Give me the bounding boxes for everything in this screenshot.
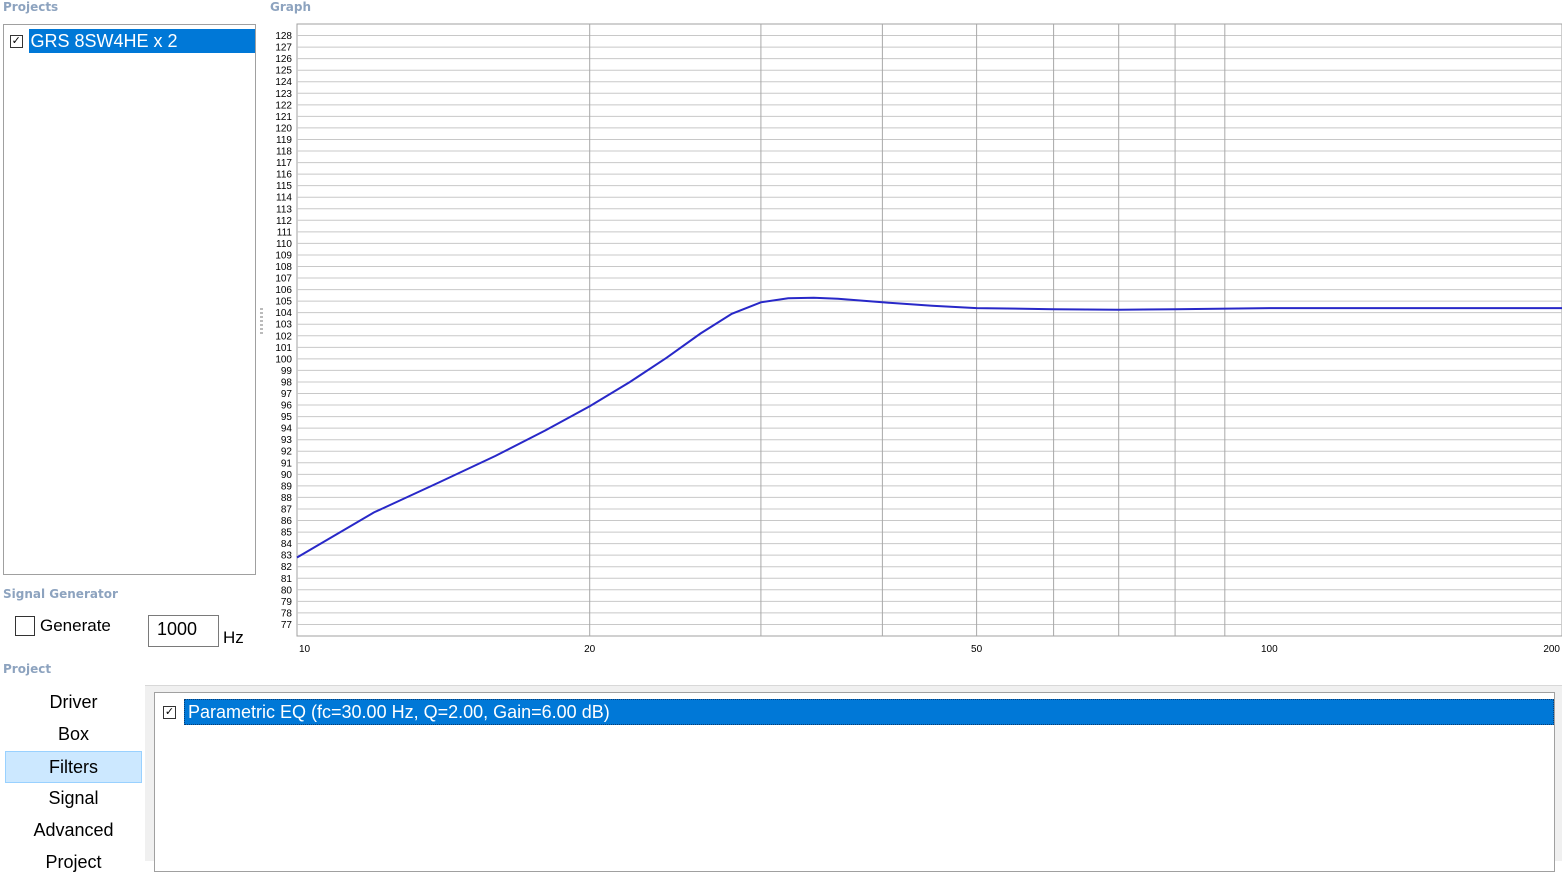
project-item-label[interactable]: GRS 8SW4HE x 2 Sealed bbox=[28, 29, 255, 74]
y-tick-label: 108 bbox=[275, 262, 292, 273]
checkmark-icon: ✓ bbox=[164, 705, 175, 718]
x-tick-label: 100 bbox=[1261, 644, 1278, 655]
y-tick-label: 126 bbox=[275, 54, 292, 65]
y-tick-label: 79 bbox=[281, 597, 293, 608]
y-tick-label: 118 bbox=[276, 147, 292, 158]
y-tick-label: 92 bbox=[281, 447, 293, 458]
y-tick-label: 127 bbox=[275, 43, 292, 54]
project-section-label: Project bbox=[3, 662, 52, 676]
filter-item[interactable]: ✓ Parametric EQ (fc=30.00 Hz, Q=2.00, Ga… bbox=[163, 699, 1554, 725]
y-tick-label: 85 bbox=[281, 528, 293, 539]
y-tick-label: 91 bbox=[281, 458, 293, 469]
project-tabs: Driver Box Filters Signal Advanced Proje… bbox=[5, 687, 142, 879]
graph-section-label: Graph bbox=[270, 0, 311, 14]
project-item[interactable]: ✓ GRS 8SW4HE x 2 Sealed bbox=[10, 29, 255, 74]
tab-advanced[interactable]: Advanced bbox=[5, 815, 142, 847]
y-tick-label: 107 bbox=[275, 274, 292, 285]
checkmark-icon: ✓ bbox=[11, 34, 21, 47]
generate-row[interactable]: Generate bbox=[15, 616, 111, 636]
y-tick-label: 123 bbox=[275, 89, 292, 100]
y-tick-label: 122 bbox=[275, 100, 292, 111]
y-tick-label: 120 bbox=[275, 123, 292, 134]
y-tick-label: 110 bbox=[276, 239, 292, 250]
x-tick-label: 10 bbox=[299, 644, 311, 655]
y-tick-label: 98 bbox=[281, 377, 293, 388]
project-checkbox[interactable]: ✓ bbox=[10, 34, 23, 48]
y-tick-label: 111 bbox=[277, 227, 293, 238]
y-tick-label: 113 bbox=[276, 204, 292, 215]
plot-area bbox=[296, 23, 1562, 637]
y-tick-label: 87 bbox=[281, 504, 293, 515]
y-tick-label: 99 bbox=[281, 366, 293, 377]
y-tick-label: 128 bbox=[275, 31, 292, 42]
x-tick-label: 20 bbox=[584, 644, 596, 655]
projects-section-label: Projects bbox=[3, 0, 59, 14]
y-axis-tick-labels: 7778798081828384858687888990919293949596… bbox=[275, 31, 292, 631]
y-tick-label: 77 bbox=[281, 620, 293, 631]
y-tick-label: 100 bbox=[275, 354, 292, 365]
y-tick-label: 116 bbox=[276, 170, 292, 181]
x-axis-tick-labels: 10 20 50 100 200 bbox=[299, 644, 1560, 655]
x-tick-label: 50 bbox=[971, 644, 983, 655]
y-tick-label: 95 bbox=[281, 412, 293, 423]
tab-filters[interactable]: Filters bbox=[5, 751, 142, 783]
tab-box[interactable]: Box bbox=[5, 719, 142, 751]
y-tick-label: 102 bbox=[275, 331, 292, 342]
y-tick-label: 83 bbox=[281, 551, 293, 562]
y-tick-label: 106 bbox=[275, 285, 292, 296]
y-tick-label: 80 bbox=[281, 585, 293, 596]
y-tick-label: 89 bbox=[281, 481, 293, 492]
y-tick-label: 86 bbox=[281, 516, 293, 527]
y-tick-label: 88 bbox=[281, 493, 293, 504]
y-tick-label: 104 bbox=[275, 308, 292, 319]
projects-list[interactable]: ✓ GRS 8SW4HE x 2 Sealed bbox=[3, 24, 256, 575]
frequency-response-graph: 7778798081828384858687888990919293949596… bbox=[275, 23, 1562, 655]
y-tick-label: 115 bbox=[276, 181, 292, 192]
y-tick-label: 94 bbox=[281, 424, 293, 435]
y-tick-label: 93 bbox=[281, 435, 293, 446]
y-tick-label: 119 bbox=[276, 135, 292, 146]
frequency-input[interactable]: 1000 bbox=[148, 615, 219, 647]
tab-project[interactable]: Project bbox=[5, 847, 142, 879]
y-tick-label: 96 bbox=[281, 401, 293, 412]
y-tick-label: 97 bbox=[281, 389, 293, 400]
y-tick-label: 82 bbox=[281, 562, 293, 573]
y-tick-label: 101 bbox=[275, 343, 292, 354]
y-tick-label: 90 bbox=[281, 470, 293, 481]
y-tick-label: 117 bbox=[276, 158, 292, 169]
tab-driver[interactable]: Driver bbox=[5, 687, 142, 719]
y-tick-label: 112 bbox=[276, 216, 292, 227]
filter-checkbox[interactable]: ✓ bbox=[163, 705, 176, 719]
y-tick-label: 114 bbox=[276, 193, 292, 204]
y-tick-label: 125 bbox=[275, 66, 292, 77]
y-tick-label: 109 bbox=[275, 250, 292, 261]
x-tick-label: 200 bbox=[1543, 644, 1560, 655]
filters-list[interactable]: ✓ Parametric EQ (fc=30.00 Hz, Q=2.00, Ga… bbox=[154, 692, 1555, 872]
y-tick-label: 103 bbox=[275, 320, 292, 331]
signal-generator-section-label: Signal Generator bbox=[3, 587, 118, 601]
filter-item-label[interactable]: Parametric EQ (fc=30.00 Hz, Q=2.00, Gain… bbox=[184, 699, 1554, 725]
generate-label[interactable]: Generate bbox=[40, 616, 111, 636]
filters-panel: ✓ Parametric EQ (fc=30.00 Hz, Q=2.00, Ga… bbox=[145, 685, 1562, 872]
y-tick-label: 124 bbox=[275, 77, 292, 88]
y-tick-label: 78 bbox=[281, 608, 293, 619]
y-tick-label: 84 bbox=[281, 539, 293, 550]
y-tick-label: 121 bbox=[275, 112, 292, 123]
y-tick-label: 81 bbox=[281, 574, 293, 585]
y-tick-label: 105 bbox=[275, 297, 292, 308]
frequency-unit-label: Hz bbox=[223, 628, 244, 647]
tab-signal[interactable]: Signal bbox=[5, 783, 142, 815]
generate-checkbox[interactable] bbox=[15, 616, 35, 636]
